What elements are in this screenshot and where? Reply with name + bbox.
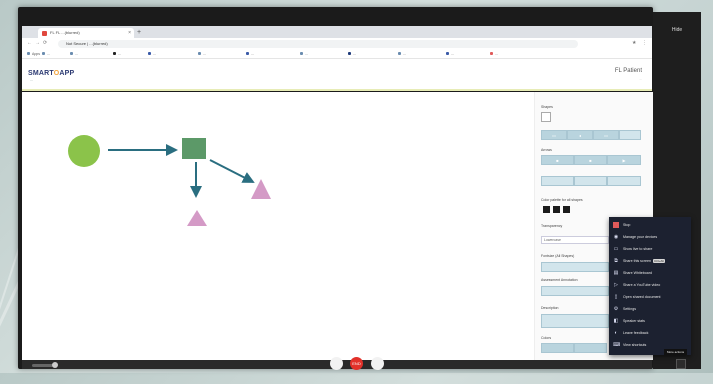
menu-item-show-live[interactable]: ▭ Show live to share xyxy=(612,244,688,254)
colors-label: Colors xyxy=(541,336,552,340)
color-swatch[interactable] xyxy=(553,206,560,213)
patient-name: FL Patient xyxy=(614,68,642,74)
shortcut-badge: Ctrl+Alt xyxy=(652,259,665,263)
color-swatch[interactable] xyxy=(563,206,570,213)
menu-item-share-screen[interactable]: ⧉ Share this screen Ctrl+Alt xyxy=(612,256,688,266)
style-button[interactable] xyxy=(574,176,607,186)
bookmark-item[interactable]: ... xyxy=(398,51,406,57)
feedback-icon: ◐ xyxy=(614,330,618,336)
more-actions-icon[interactable] xyxy=(676,359,686,369)
scrollbar-thumb[interactable] xyxy=(52,362,58,368)
arrow-tool-button[interactable]: ■ xyxy=(574,155,607,165)
arrows-label: Arrows xyxy=(541,148,552,152)
diagram-svg[interactable] xyxy=(22,92,534,360)
menu-item-whiteboard[interactable]: ▤ Share Whiteboard xyxy=(612,268,688,278)
tool-button[interactable]: ◂ xyxy=(567,130,593,140)
bookmark-item[interactable]: ... xyxy=(490,51,498,57)
close-tab-icon[interactable]: × xyxy=(128,28,131,38)
color-swatch[interactable] xyxy=(543,206,550,213)
camera-button[interactable] xyxy=(371,357,384,370)
screen-icon: ⧉ xyxy=(614,258,618,264)
menu-item-shared-document[interactable]: ▯ Open shared document xyxy=(612,292,688,302)
bookmark-item[interactable]: ... xyxy=(42,51,50,57)
url-field[interactable]: Not Secure | ...(blurred) xyxy=(58,40,578,48)
menu-item-settings[interactable]: ⚙ Settings xyxy=(612,304,688,314)
bookmark-item[interactable]: ... xyxy=(148,51,156,57)
browser-tab[interactable]: FL FL ...(blurred) × xyxy=(38,28,134,38)
menu-item-manage-devices[interactable]: ◉ Manage your devices xyxy=(612,232,688,242)
keyboard-icon: ⌨ xyxy=(613,342,621,348)
bookmark-item[interactable]: ... xyxy=(246,51,254,57)
arrow-tool-button[interactable]: ■ xyxy=(541,155,574,165)
menu-item-youtube[interactable]: ▷ Share a YouTube video xyxy=(612,280,688,290)
description-input[interactable] xyxy=(541,314,609,328)
menu-item-speaker-stats[interactable]: ◧ Speaker stats xyxy=(612,316,688,326)
more-actions-tooltip: More actions xyxy=(664,349,688,355)
description-label: Description xyxy=(541,306,559,310)
board-icon: ▤ xyxy=(613,270,619,276)
stop-icon xyxy=(613,222,619,228)
color-palette-label: Color palette for all shapes xyxy=(541,198,583,202)
reload-icon[interactable]: ⟳ xyxy=(43,39,47,48)
favicon-icon xyxy=(42,31,47,36)
fontsize-input[interactable] xyxy=(541,262,609,272)
fontsize-label: Fontsize (All Shapes) xyxy=(541,254,575,258)
colors-button[interactable] xyxy=(541,343,574,353)
triangle-shape xyxy=(187,210,207,226)
video-icon: ▷ xyxy=(614,282,618,288)
hide-label[interactable]: Hide xyxy=(663,24,691,36)
circle-shape xyxy=(68,135,100,167)
arrow-tool-button[interactable]: ▶ xyxy=(607,155,641,165)
annotation-label: Assessment Annotation xyxy=(541,278,578,282)
menu-dots-icon[interactable]: ⋮ xyxy=(642,39,647,48)
annotation-input[interactable] xyxy=(541,286,609,296)
new-tab-icon[interactable]: + xyxy=(137,28,141,38)
record-icon: ◉ xyxy=(613,234,619,240)
monitor-icon: ▭ xyxy=(613,246,619,252)
style-button[interactable] xyxy=(607,176,641,186)
app-logo[interactable]: SMARTOAPP xyxy=(28,70,74,77)
doc-icon: ▯ xyxy=(614,294,618,300)
bookmark-item[interactable]: Apps xyxy=(27,51,40,57)
end-call-button[interactable]: END xyxy=(350,357,363,370)
colors-button[interactable] xyxy=(574,343,607,353)
menu-item-stop[interactable]: Stop xyxy=(612,220,688,230)
tab-title: FL FL ...(blurred) xyxy=(50,30,80,35)
logo-tagline: — xyxy=(30,78,33,82)
bookmark-item[interactable]: ... xyxy=(198,51,206,57)
bookmark-star-icon[interactable]: ★ xyxy=(632,39,636,48)
bookmark-item[interactable]: ... xyxy=(113,51,121,57)
forward-icon[interactable]: → xyxy=(35,39,40,48)
patient-id: ... xyxy=(639,77,642,81)
triangle-shape xyxy=(251,179,271,199)
mute-icon: ◧ xyxy=(613,318,619,324)
tool-button[interactable]: ▭ xyxy=(593,130,619,140)
bookmark-item[interactable]: ... xyxy=(348,51,356,57)
app-header xyxy=(22,59,652,91)
arrow-connector xyxy=(209,159,255,183)
mic-button[interactable] xyxy=(330,357,343,370)
square-shape xyxy=(182,138,206,159)
back-icon[interactable]: ← xyxy=(27,39,32,48)
shape-picker[interactable] xyxy=(541,112,551,122)
bookmark-item[interactable]: ... xyxy=(446,51,454,57)
tool-button[interactable] xyxy=(619,130,641,140)
transparency-label: Transparency xyxy=(541,224,563,228)
shapes-label: Shapes xyxy=(541,105,553,109)
transparency-select[interactable]: Lowercase xyxy=(541,236,609,244)
menu-item-feedback[interactable]: ◐ Leave feedback xyxy=(612,328,688,338)
tool-button[interactable]: ▭ xyxy=(541,130,567,140)
bookmark-item[interactable]: ... xyxy=(70,51,78,57)
bookmark-item[interactable]: ... xyxy=(300,51,308,57)
gear-icon: ⚙ xyxy=(613,306,619,312)
style-button[interactable] xyxy=(541,176,574,186)
